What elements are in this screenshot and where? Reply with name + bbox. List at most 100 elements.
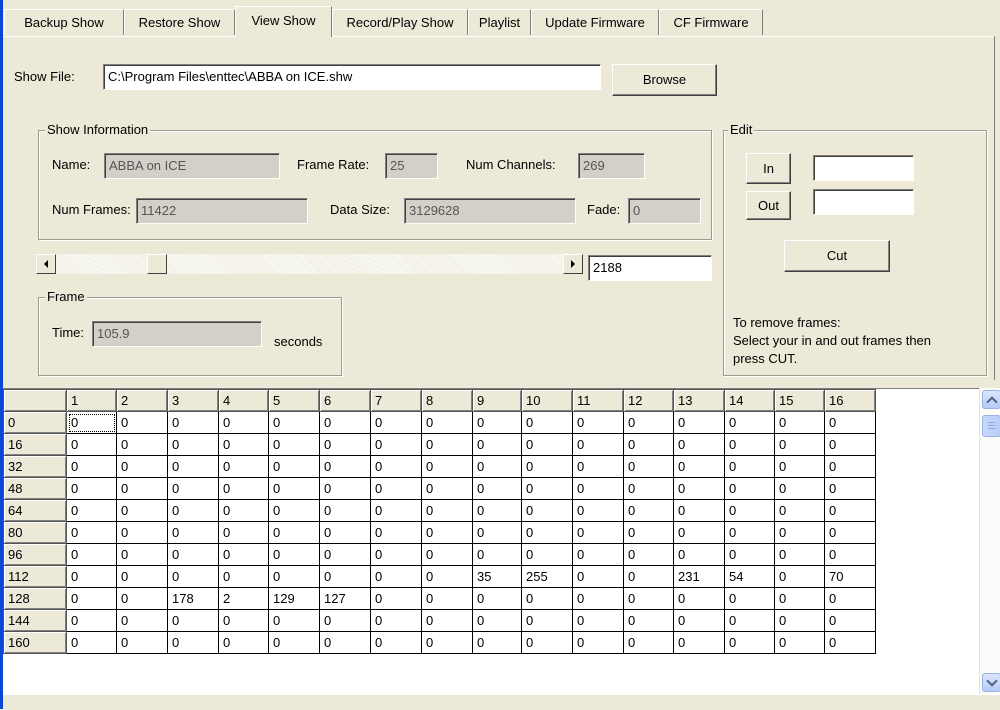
grid-cell[interactable]: 0 (370, 587, 422, 610)
grid-cell[interactable]: 0 (521, 587, 573, 610)
grid-cell[interactable]: 0 (116, 631, 168, 654)
grid-cell[interactable]: 0 (623, 609, 674, 632)
grid-cell[interactable]: 0 (572, 587, 624, 610)
scroll-down-button[interactable] (982, 673, 1000, 692)
grid-cell[interactable]: 0 (66, 521, 117, 544)
grid-cell[interactable]: 0 (167, 477, 219, 500)
grid-cell[interactable]: 0 (623, 543, 674, 566)
grid-cell[interactable]: 0 (167, 631, 219, 654)
grid-cell[interactable]: 0 (268, 565, 320, 588)
grid-cell[interactable]: 0 (774, 499, 825, 522)
grid-cell[interactable]: 0 (421, 499, 473, 522)
grid-cell[interactable]: 0 (370, 609, 422, 632)
grid-column-header[interactable]: 7 (370, 389, 422, 412)
grid-cell[interactable]: 0 (319, 455, 371, 478)
grid-cell[interactable]: 0 (421, 609, 473, 632)
frame-scrollbar[interactable] (36, 254, 583, 274)
grid-cell[interactable]: 0 (673, 477, 725, 500)
grid-cell[interactable]: 0 (572, 433, 624, 456)
grid-cell[interactable]: 0 (66, 455, 117, 478)
grid-cell[interactable]: 0 (319, 499, 371, 522)
grid-cell[interactable]: 0 (572, 411, 624, 434)
grid-cell[interactable]: 0 (521, 609, 573, 632)
grid-cell[interactable]: 0 (268, 521, 320, 544)
grid-cell[interactable]: 0 (218, 609, 269, 632)
grid-cell[interactable]: 0 (218, 565, 269, 588)
grid-cell[interactable]: 0 (116, 587, 168, 610)
grid-cell[interactable]: 0 (572, 455, 624, 478)
grid-cell[interactable]: 0 (268, 477, 320, 500)
grid-row-header[interactable]: 16 (3, 433, 67, 456)
grid-row-header[interactable]: 32 (3, 455, 67, 478)
grid-cell[interactable]: 0 (268, 411, 320, 434)
grid-cell[interactable]: 2 (218, 587, 269, 610)
grid-cell[interactable]: 0 (521, 411, 573, 434)
tab-cf-firmware[interactable]: CF Firmware (659, 9, 763, 35)
grid-cell[interactable]: 0 (774, 411, 825, 434)
grid-cell[interactable]: 0 (218, 455, 269, 478)
grid-row-header[interactable]: 0 (3, 411, 67, 434)
grid-column-header[interactable]: 10 (521, 389, 573, 412)
grid-row-header[interactable]: 112 (3, 565, 67, 588)
grid-cell[interactable]: 0 (167, 433, 219, 456)
grid-cell[interactable]: 0 (421, 631, 473, 654)
grid-cell[interactable]: 0 (66, 565, 117, 588)
grid-cell[interactable]: 0 (218, 631, 269, 654)
grid-cell[interactable]: 0 (724, 609, 775, 632)
grid-cell[interactable]: 35 (472, 565, 522, 588)
grid-cell[interactable]: 0 (116, 499, 168, 522)
grid-cell[interactable]: 0 (623, 565, 674, 588)
grid-cell[interactable]: 0 (623, 521, 674, 544)
grid-cell[interactable]: 0 (268, 543, 320, 566)
grid-cell[interactable]: 0 (66, 587, 117, 610)
grid-cell[interactable]: 0 (572, 543, 624, 566)
grid-column-header[interactable]: 12 (623, 389, 674, 412)
grid-cell[interactable]: 0 (66, 499, 117, 522)
grid-cell[interactable]: 0 (218, 477, 269, 500)
grid-cell[interactable]: 0 (724, 631, 775, 654)
grid-cell[interactable]: 0 (824, 587, 876, 610)
grid-cell[interactable]: 0 (421, 455, 473, 478)
grid-cell[interactable]: 0 (218, 543, 269, 566)
grid-cell[interactable]: 0 (824, 433, 876, 456)
grid-cell[interactable]: 0 (673, 499, 725, 522)
grid-cell[interactable]: 0 (824, 477, 876, 500)
grid-cell[interactable]: 0 (421, 433, 473, 456)
grid-cell[interactable]: 0 (774, 543, 825, 566)
grid-cell[interactable]: 0 (774, 433, 825, 456)
grid-cell[interactable]: 0 (572, 521, 624, 544)
grid-cell[interactable]: 0 (268, 433, 320, 456)
grid-vertical-scrollbar[interactable] (979, 388, 1000, 694)
grid-cell[interactable]: 0 (623, 587, 674, 610)
grid-column-header[interactable]: 14 (724, 389, 775, 412)
out-button[interactable]: Out (746, 191, 791, 220)
grid-cell[interactable]: 0 (673, 543, 725, 566)
grid-cell[interactable]: 0 (824, 521, 876, 544)
grid-cell[interactable]: 0 (370, 433, 422, 456)
grid-cell[interactable]: 0 (472, 609, 522, 632)
grid-cell[interactable]: 0 (774, 631, 825, 654)
grid-cell[interactable]: 0 (673, 609, 725, 632)
grid-cell[interactable]: 0 (572, 499, 624, 522)
grid-cell[interactable]: 127 (319, 587, 371, 610)
grid-cell[interactable]: 0 (774, 521, 825, 544)
out-frame-input[interactable] (813, 189, 914, 215)
grid-cell[interactable]: 0 (673, 587, 725, 610)
grid-scroll-thumb[interactable] (982, 415, 1000, 437)
tab-restore-show[interactable]: Restore Show (124, 9, 235, 35)
grid-cell[interactable]: 0 (724, 587, 775, 610)
grid-cell[interactable]: 0 (623, 411, 674, 434)
grid-cell[interactable]: 0 (370, 455, 422, 478)
grid-cell[interactable]: 0 (521, 477, 573, 500)
grid-cell[interactable]: 0 (472, 411, 522, 434)
grid-cell[interactable]: 0 (421, 521, 473, 544)
grid-cell[interactable]: 0 (472, 631, 522, 654)
grid-cell[interactable]: 0 (724, 433, 775, 456)
grid-cell[interactable]: 129 (268, 587, 320, 610)
grid-cell[interactable]: 0 (623, 433, 674, 456)
grid-cell[interactable]: 0 (319, 631, 371, 654)
browse-button[interactable]: Browse (612, 64, 717, 96)
grid-cell[interactable]: 0 (370, 477, 422, 500)
grid-row-header[interactable]: 128 (3, 587, 67, 610)
grid-cell[interactable]: 0 (268, 609, 320, 632)
